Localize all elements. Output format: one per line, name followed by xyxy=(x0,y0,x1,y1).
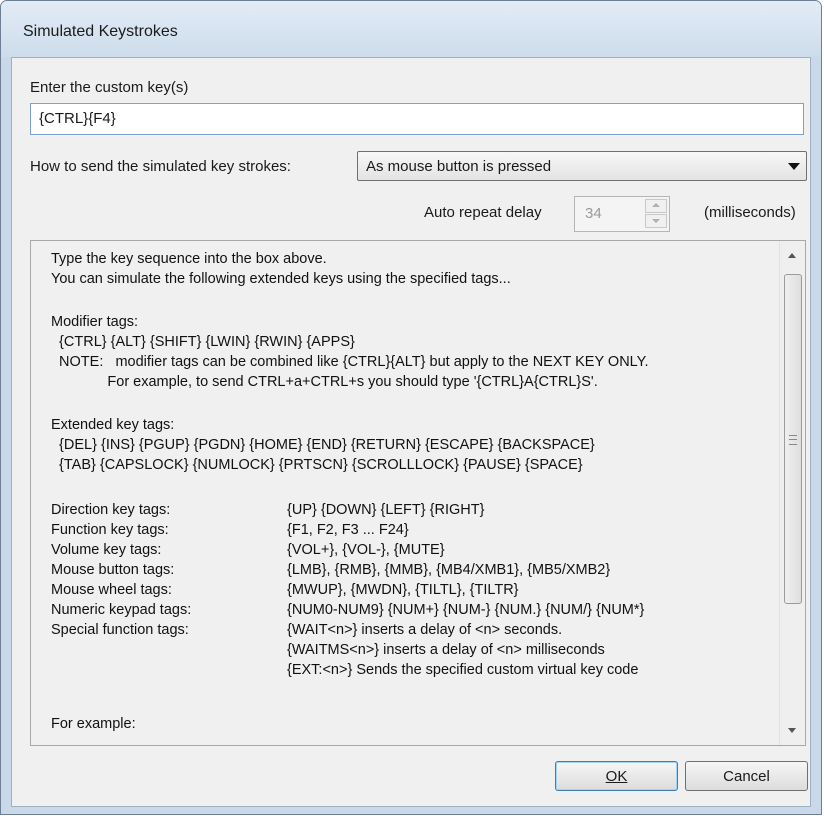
tag-label: Special function tags: xyxy=(51,622,189,638)
help-line: Modifier tags: xyxy=(51,314,139,330)
help-line: {TAB} {CAPSLOCK} {NUMLOCK} {PRTSCN} {SCR… xyxy=(51,457,583,473)
send-mode-selected: As mouse button is pressed xyxy=(366,158,552,175)
title-bar[interactable]: Simulated Keystrokes xyxy=(1,1,821,57)
help-line: {DEL} {INS} {PGUP} {PGDN} {HOME} {END} {… xyxy=(51,437,595,453)
tag-value: {EXT:<n>} Sends the specified custom vir… xyxy=(287,662,639,678)
custom-keys-label: Enter the custom key(s) xyxy=(30,79,189,96)
tag-label: Mouse button tags: xyxy=(51,562,175,578)
tag-label: Function key tags: xyxy=(51,522,169,538)
chevron-down-icon[interactable] xyxy=(788,163,800,170)
tag-label: Mouse wheel tags: xyxy=(51,582,172,598)
scroll-up-icon[interactable] xyxy=(788,253,796,258)
ok-button-label: OK xyxy=(605,768,628,785)
tag-value: {WAIT<n>} inserts a delay of <n> seconds… xyxy=(287,622,563,638)
help-line: {CTRL} {ALT} {SHIFT} {LWIN} {RWIN} {APPS… xyxy=(51,334,355,350)
tag-value: {WAITMS<n>} inserts a delay of <n> milli… xyxy=(287,642,605,658)
tag-label: Volume key tags: xyxy=(51,542,162,558)
send-mode-dropdown[interactable]: As mouse button is pressed xyxy=(357,151,807,181)
help-line: NOTE: modifier tags can be combined like… xyxy=(51,354,649,370)
auto-repeat-label: Auto repeat delay xyxy=(424,204,542,221)
auto-repeat-spinner[interactable]: 34 xyxy=(574,196,670,232)
tag-value: {MWUP}, {MWDN}, {TILTL}, {TILTR} xyxy=(287,582,519,598)
help-line: For example, to send CTRL+a+CTRL+s you s… xyxy=(51,374,598,390)
ok-button[interactable]: OK xyxy=(555,761,678,791)
help-line: Extended key tags: xyxy=(51,417,175,433)
help-scrollbar[interactable] xyxy=(779,241,805,745)
help-text-box[interactable]: Type the key sequence into the box above… xyxy=(30,240,806,746)
help-footer: For example: xyxy=(51,716,136,732)
send-mode-label: How to send the simulated key strokes: xyxy=(30,158,291,175)
help-line: You can simulate the following extended … xyxy=(51,271,511,287)
tag-value: {LMB}, {RMB}, {MMB}, {MB4/XMB1}, {MB5/XM… xyxy=(287,562,611,578)
spin-up-icon[interactable] xyxy=(645,199,667,213)
grip-icon xyxy=(789,435,797,445)
cancel-button-label: Cancel xyxy=(723,768,770,785)
window-title: Simulated Keystrokes xyxy=(23,23,178,40)
tag-value: {NUM0-NUM9} {NUM+} {NUM-} {NUM.} {NUM/} … xyxy=(287,602,645,618)
auto-repeat-unit: (milliseconds) xyxy=(704,204,796,221)
scroll-down-icon[interactable] xyxy=(788,728,796,733)
tag-label: Numeric keypad tags: xyxy=(51,602,192,618)
help-line: Type the key sequence into the box above… xyxy=(51,251,327,267)
tag-value: {F1, F2, F3 ... F24} xyxy=(287,522,409,538)
tag-value: {VOL+}, {VOL-}, {MUTE} xyxy=(287,542,445,558)
cancel-button[interactable]: Cancel xyxy=(685,761,808,791)
custom-keys-input[interactable]: {CTRL}{F4} xyxy=(30,103,804,135)
tag-label: Direction key tags: xyxy=(51,502,171,518)
spin-down-icon[interactable] xyxy=(645,214,667,228)
tag-value: {UP} {DOWN} {LEFT} {RIGHT} xyxy=(287,502,485,518)
auto-repeat-value: 34 xyxy=(585,205,602,222)
scroll-thumb[interactable] xyxy=(784,274,802,604)
